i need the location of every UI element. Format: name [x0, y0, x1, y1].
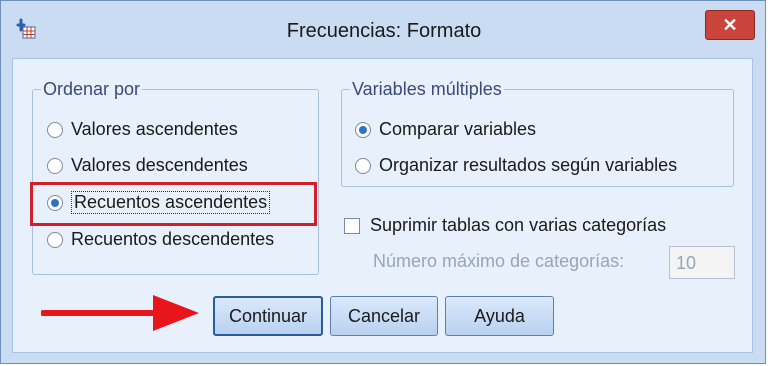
suppress-tables-checkbox[interactable] — [344, 217, 360, 234]
continue-button[interactable]: Continuar — [213, 296, 323, 336]
max-categories-input[interactable]: 10 — [669, 246, 735, 279]
red-arrow-icon — [41, 295, 199, 331]
radio-button[interactable] — [47, 121, 63, 138]
radio-button[interactable] — [47, 231, 63, 248]
title-bar[interactable]: Frecuencias: Formato ✕ — [1, 1, 767, 57]
close-button[interactable]: ✕ — [705, 10, 755, 40]
close-icon: ✕ — [722, 14, 738, 35]
radio-button[interactable] — [47, 157, 63, 174]
multiple-variables-legend: Variables múltiples — [350, 79, 504, 100]
order-by-legend: Ordenar por — [41, 79, 143, 100]
radio-valores-ascendentes[interactable]: Valores ascendentes — [47, 119, 238, 140]
radio-label: Organizar resultados según variables — [379, 155, 678, 175]
max-categories-label: Número máximo de categorías: — [373, 251, 625, 271]
radio-valores-descendentes[interactable]: Valores descendentes — [47, 155, 248, 176]
radio-label: Recuentos descendentes — [71, 229, 275, 249]
suppress-tables-checkbox-row[interactable]: Suprimir tablas con varias categorías — [344, 215, 666, 236]
radio-label: Valores ascendentes — [71, 119, 238, 139]
window-title: Frecuencias: Formato — [286, 20, 482, 42]
radio-button[interactable] — [355, 157, 371, 174]
radio-organizar-resultados[interactable]: Organizar resultados según variables — [355, 155, 677, 176]
radio-comparar-variables[interactable]: Comparar variables — [355, 119, 536, 140]
radio-label: Valores descendentes — [71, 155, 248, 175]
help-button[interactable]: Ayuda — [445, 296, 554, 336]
radio-recuentos-descendentes[interactable]: Recuentos descendentes — [47, 229, 274, 250]
frecuencias-formato-dialog: Frecuencias: Formato ✕ Ordenar por Valor… — [0, 0, 766, 364]
radio-button-selected[interactable] — [355, 121, 371, 138]
red-highlight-box — [30, 182, 317, 226]
radio-label: Comparar variables — [379, 119, 537, 139]
cancel-button[interactable]: Cancelar — [330, 296, 438, 336]
suppress-tables-label: Suprimir tablas con varias categorías — [370, 215, 667, 235]
